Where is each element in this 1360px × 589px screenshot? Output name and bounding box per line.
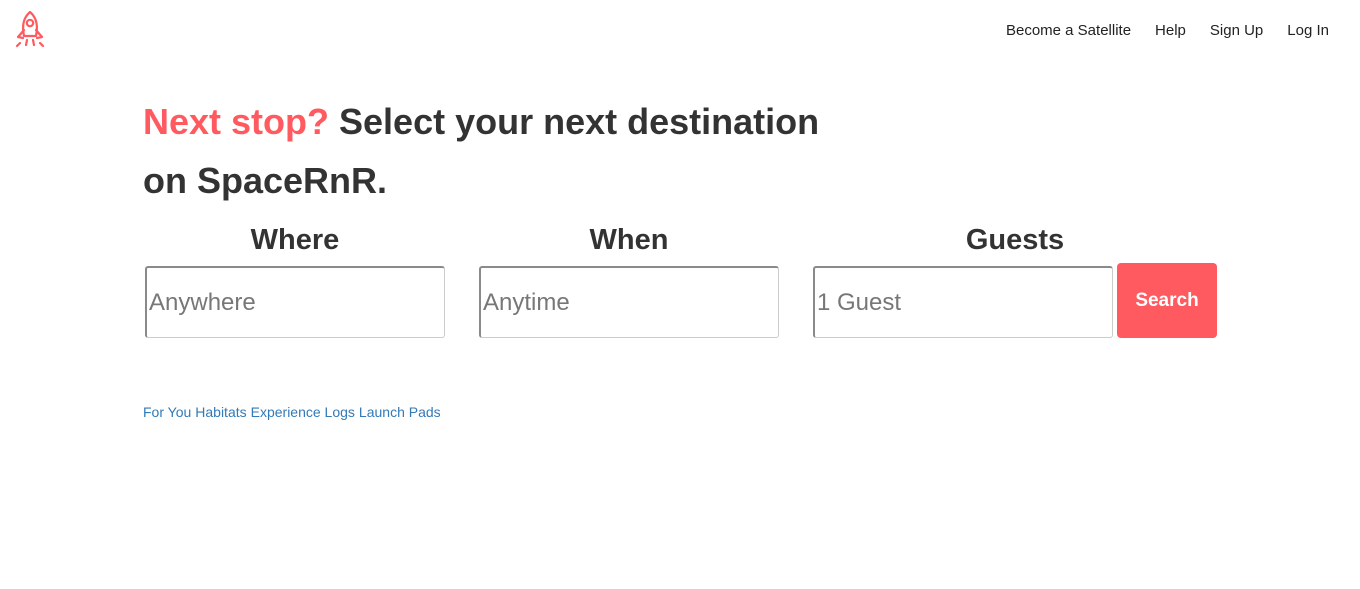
top-nav: Become a Satellite Help Sign Up Log In xyxy=(982,21,1329,41)
link-habitats[interactable]: Habitats xyxy=(195,404,246,420)
nav-log-in[interactable]: Log In xyxy=(1287,21,1329,41)
where-input[interactable] xyxy=(145,266,445,338)
guests-input[interactable] xyxy=(813,266,1113,338)
logo[interactable] xyxy=(12,10,48,48)
nav-sign-up[interactable]: Sign Up xyxy=(1210,21,1263,41)
link-experience-logs[interactable]: Experience Logs xyxy=(251,404,355,420)
nav-help[interactable]: Help xyxy=(1155,21,1186,41)
rocket-icon xyxy=(15,10,45,48)
search-button[interactable]: Search xyxy=(1117,263,1217,338)
link-launch-pads[interactable]: Launch Pads xyxy=(359,404,441,420)
hero-accent: Next stop? xyxy=(143,101,330,142)
hero-line1: Select your next destination xyxy=(329,101,820,142)
guests-label: Guests xyxy=(965,224,1065,256)
hero-line2: on SpaceRnR. xyxy=(143,160,388,201)
link-for-you[interactable]: For You xyxy=(143,404,191,420)
page: Become a Satellite Help Sign Up Log In N… xyxy=(0,0,1360,589)
hero-heading: Next stop? Select your next destination … xyxy=(143,92,843,210)
where-label: Where xyxy=(250,224,340,256)
nav-become-satellite[interactable]: Become a Satellite xyxy=(1006,21,1131,41)
when-label: When xyxy=(589,224,669,256)
when-input[interactable] xyxy=(479,266,779,338)
category-links: For You Habitats Experience Logs Launch Pad… xyxy=(143,404,445,420)
